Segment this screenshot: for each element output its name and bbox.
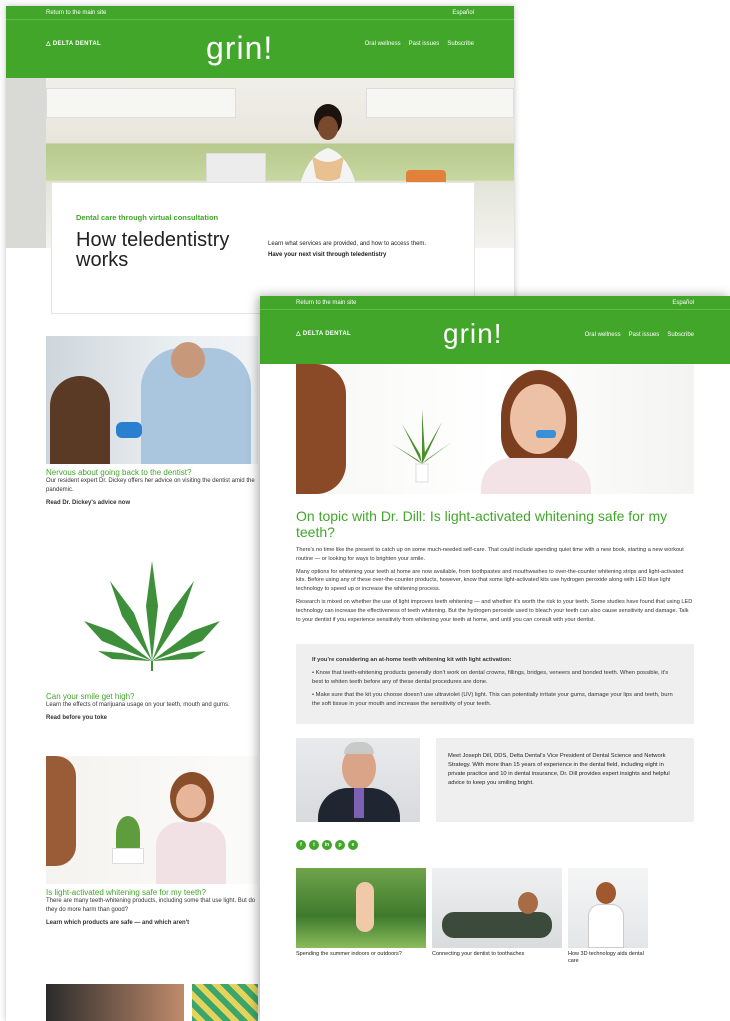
article-title[interactable]: Can your smile get high? — [46, 692, 258, 701]
feature-title[interactable]: How teledentistry works — [76, 230, 236, 270]
related-article-caption: Connecting your dentist to toothaches — [432, 951, 525, 958]
author-bio-text: Meet Joseph Dill, DDS, Delta Dental's Vi… — [436, 738, 694, 823]
tips-bullet: • Make sure that the kit you choose does… — [312, 691, 673, 707]
article-cannabis: Can your smile get high? Learn the effec… — [46, 551, 258, 723]
article-link[interactable]: Read Dr. Dickey's advice now — [46, 499, 258, 508]
author-photo — [296, 738, 420, 823]
article-link[interactable]: Learn which products are safe — and whic… — [46, 919, 258, 928]
woman-whitening-photo[interactable] — [46, 756, 258, 884]
bottom-photo-right[interactable] — [192, 984, 258, 1021]
article-paragraph: Research is mixed on whether the use of … — [296, 598, 693, 623]
language-link[interactable]: Español — [672, 300, 694, 306]
feature-kicker: Dental care through virtual consultation — [76, 213, 219, 222]
feature-description: Learn what services are provided, and ho… — [268, 239, 458, 261]
article-title[interactable]: Nervous about going back to the dentist? — [46, 468, 258, 477]
article-body: Our resident expert Dr. Dickey offers he… — [46, 478, 255, 493]
related-article[interactable]: Connecting your dentist to toothaches — [432, 868, 562, 965]
nav-past-issues[interactable]: Past issues — [409, 41, 440, 47]
tips-lead: If you're considering an at-home teeth w… — [312, 657, 512, 664]
language-link[interactable]: Español — [452, 10, 474, 16]
related-article-photo — [432, 868, 562, 949]
main-nav: Oral wellness Past issues Subscribe — [585, 332, 694, 338]
related-articles: Spending the summer indoors or outdoors?… — [296, 868, 694, 965]
nav-past-issues[interactable]: Past issues — [629, 332, 660, 338]
grin-logo[interactable]: grin! — [443, 318, 502, 350]
related-article-caption: Spending the summer indoors or outdoors? — [296, 951, 402, 958]
email-icon[interactable]: e — [348, 840, 358, 851]
article-paragraph: Many options for whitening your teeth at… — [296, 568, 684, 593]
pinterest-icon[interactable]: p — [335, 840, 345, 851]
bottom-photo-left[interactable] — [46, 984, 184, 1021]
related-article-photo — [296, 868, 426, 949]
delta-dental-logo[interactable]: △ DELTA DENTAL — [46, 40, 101, 47]
author-bio: Meet Joseph Dill, DDS, Delta Dental's Vi… — [296, 738, 694, 823]
top-bar: Return to the main site Español — [260, 296, 730, 310]
article-whitening: Is light-activated whitening safe for my… — [46, 756, 258, 928]
article-link[interactable]: Read before you toke — [46, 714, 258, 723]
woman-whitening-hero-photo — [296, 364, 694, 494]
site-header: △ DELTA DENTAL grin! Oral wellness Past … — [6, 20, 514, 78]
article-dentist: Nervous about going back to the dentist?… — [46, 336, 258, 508]
site-header: △ DELTA DENTAL grin! Oral wellness Past … — [260, 310, 730, 364]
related-article-caption: How 3D technology aids dental care — [568, 951, 644, 965]
cannabis-leaf-icon[interactable] — [46, 551, 258, 671]
nav-subscribe[interactable]: Subscribe — [667, 332, 694, 338]
delta-dental-logo[interactable]: △ DELTA DENTAL — [296, 330, 351, 337]
article-title: On topic with Dr. Dill: Is light-activat… — [296, 508, 668, 540]
feature-link[interactable]: Have your next visit through teledentist… — [268, 250, 458, 261]
tips-bullet: • Know that teeth-whitening products gen… — [312, 670, 669, 685]
feature-card: Dental care through virtual consultation… — [51, 182, 475, 314]
main-nav: Oral wellness Past issues Subscribe — [365, 41, 474, 47]
main-site-link[interactable]: Return to the main site — [296, 300, 356, 306]
grin-logo[interactable]: grin! — [206, 30, 273, 67]
article-title[interactable]: Is light-activated whitening safe for my… — [46, 888, 258, 897]
newsletter-page-front: Return to the main site Español △ DELTA … — [260, 296, 730, 1021]
nav-subscribe[interactable]: Subscribe — [447, 41, 474, 47]
nav-oral-wellness[interactable]: Oral wellness — [365, 41, 401, 47]
facebook-icon[interactable]: f — [296, 840, 306, 851]
article-body: Learn the effects of marijuana usage on … — [46, 702, 230, 708]
related-article-photo — [568, 868, 648, 949]
dentist-exam-photo[interactable] — [46, 336, 258, 464]
social-links: f t in p e — [296, 840, 694, 851]
linkedin-icon[interactable]: in — [322, 840, 332, 851]
main-site-link[interactable]: Return to the main site — [46, 10, 106, 16]
article-body: There are many teeth-whitening products,… — [46, 898, 256, 913]
article-paragraph: There's no time like the present to catc… — [296, 547, 684, 562]
tips-box: If you're considering an at-home teeth w… — [296, 644, 694, 725]
top-bar: Return to the main site Español — [6, 6, 514, 20]
related-article[interactable]: How 3D technology aids dental care — [568, 868, 648, 965]
related-article[interactable]: Spending the summer indoors or outdoors? — [296, 868, 426, 965]
nav-oral-wellness[interactable]: Oral wellness — [585, 332, 621, 338]
twitter-icon[interactable]: t — [309, 840, 319, 851]
